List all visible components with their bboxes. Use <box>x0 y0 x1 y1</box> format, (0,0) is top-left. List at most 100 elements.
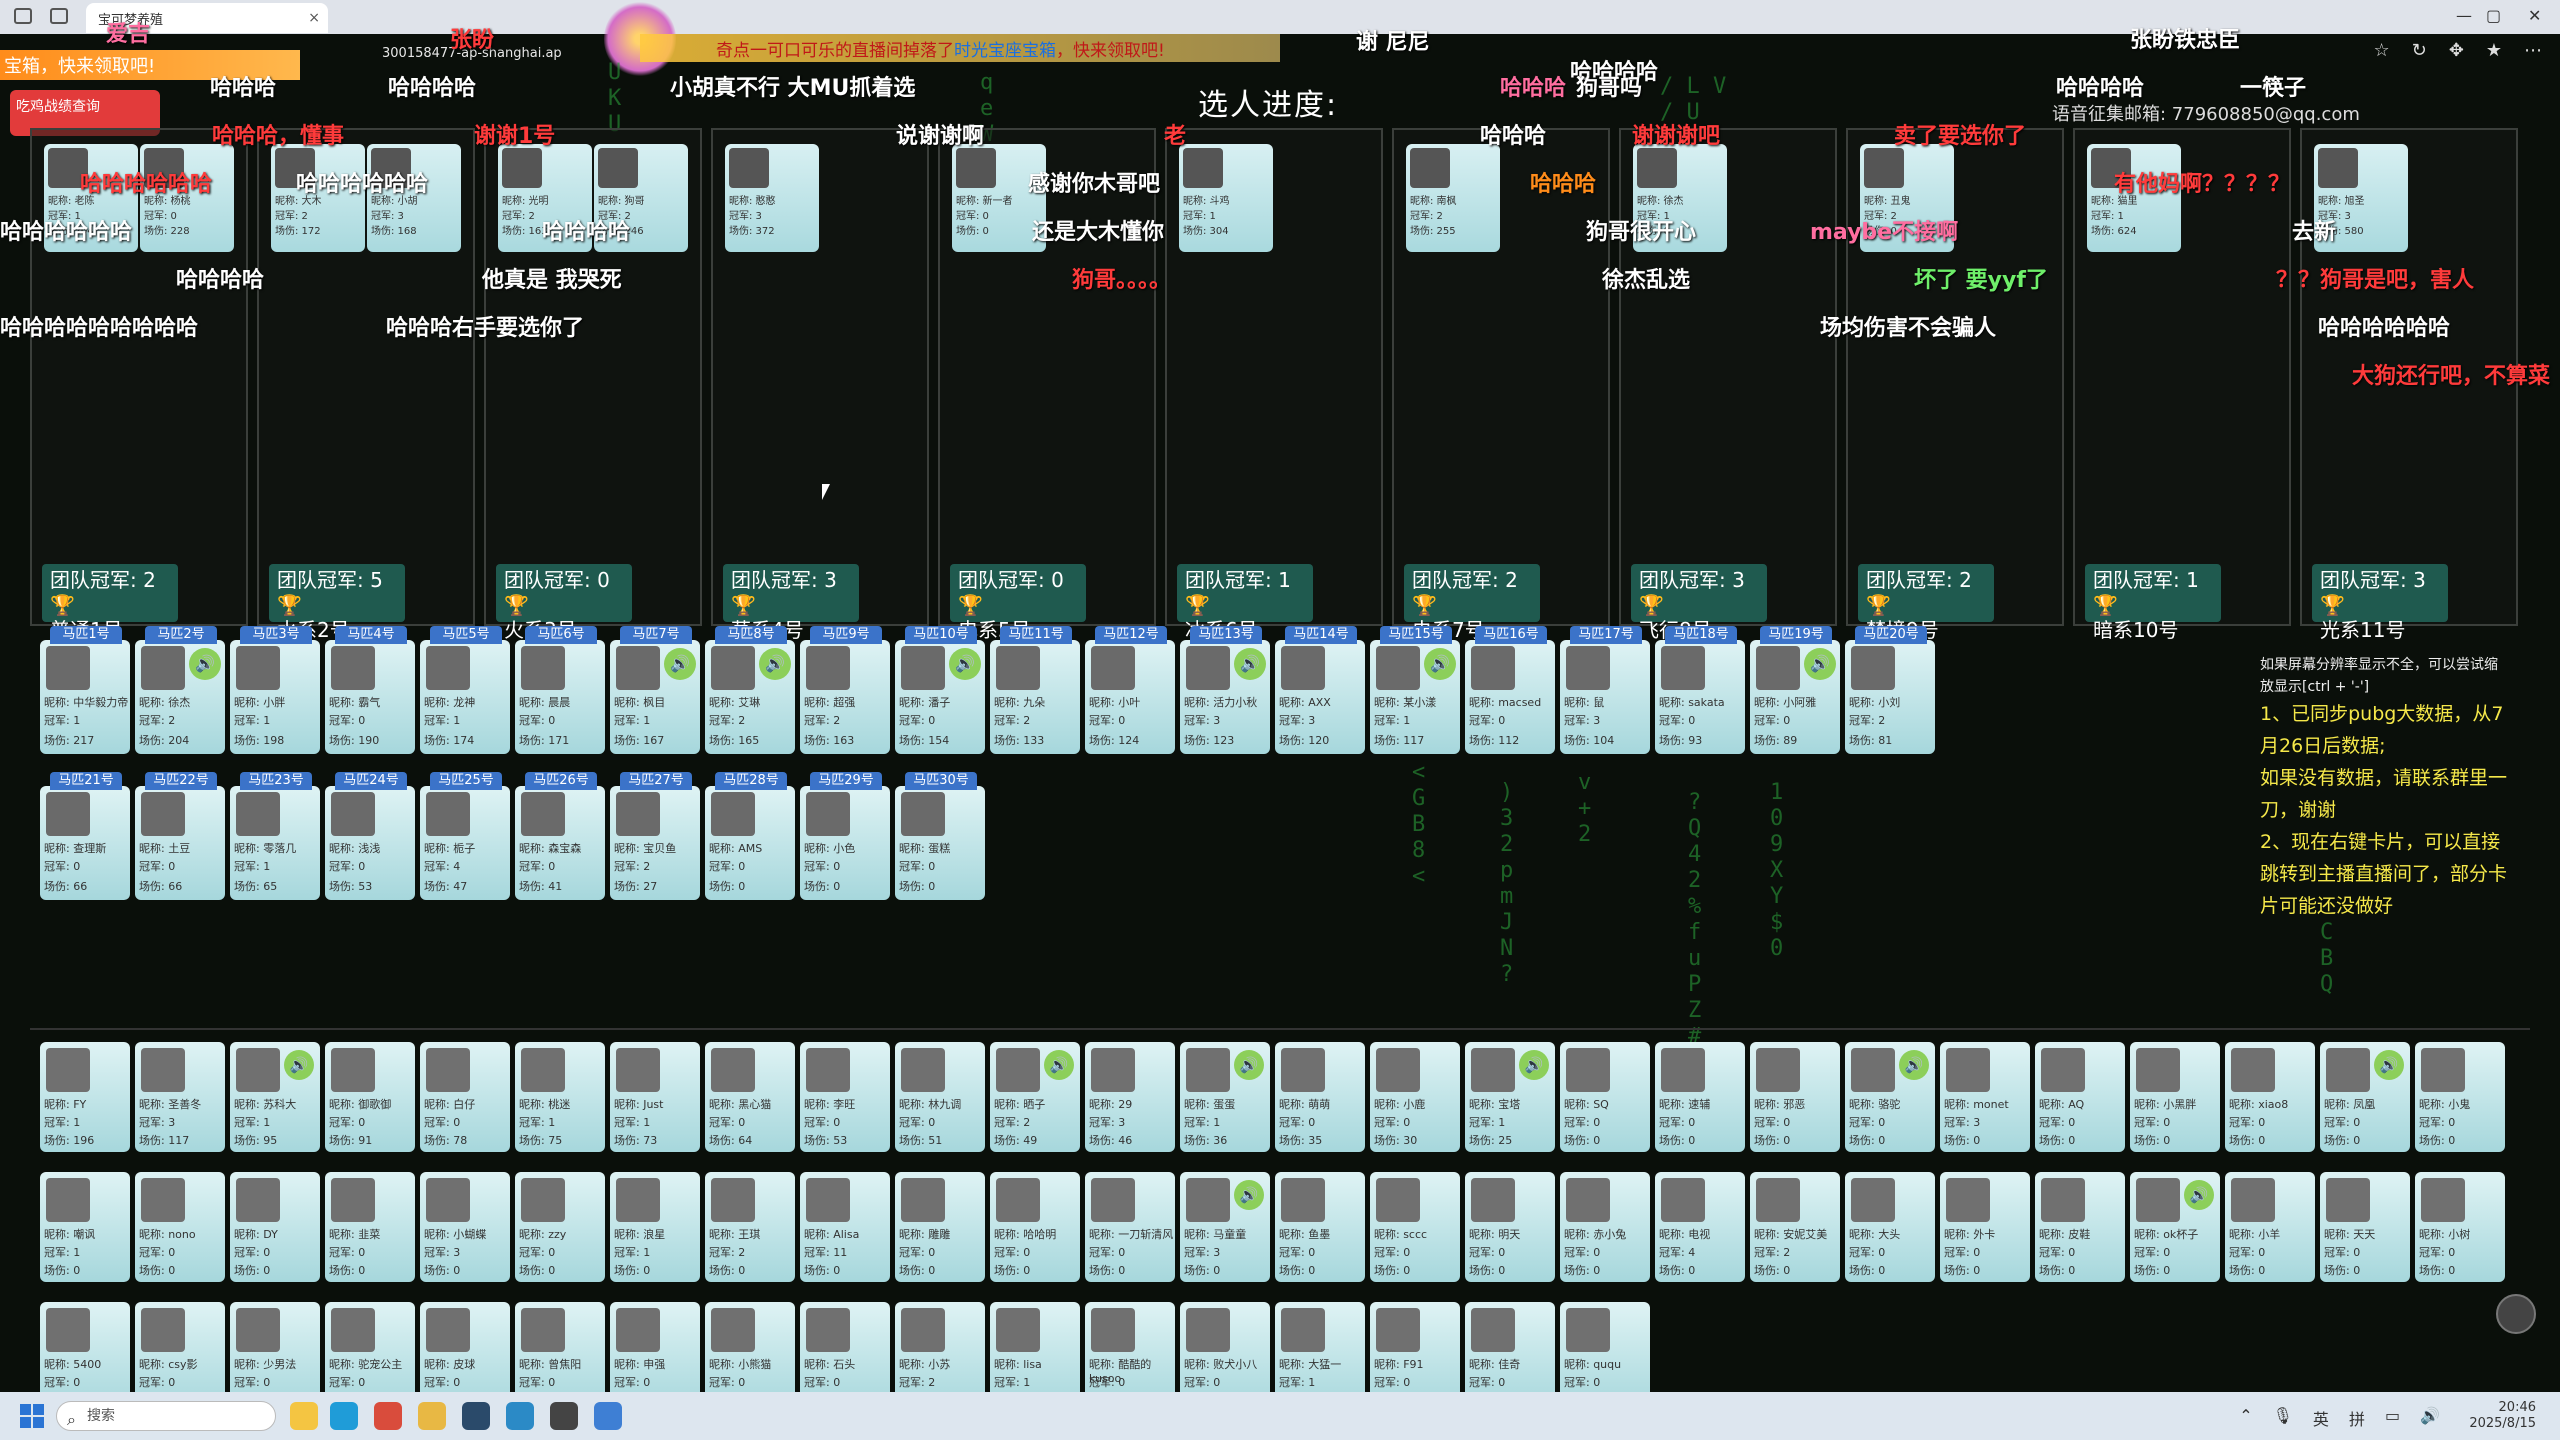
horse-card[interactable]: 马匹24号 昵称: 浅浅 冠军: 0 场伤: 53 <box>325 772 415 900</box>
horse-card[interactable]: 马匹20号 昵称: 小刘 冠军: 2 场伤: 81 <box>1845 626 1935 754</box>
ime-indicator[interactable]: 拼 <box>2349 1406 2365 1430</box>
file-explorer-icon[interactable] <box>290 1402 318 1430</box>
audience-card[interactable]: 昵称: 小黑胖 冠军: 0 场伤: 0 <box>2130 1042 2220 1152</box>
audience-card[interactable]: 昵称: sccc 冠军: 0 场伤: 0 <box>1370 1172 1460 1282</box>
audience-card[interactable]: 昵称: zzy 冠军: 0 场伤: 0 <box>515 1172 605 1282</box>
audience-card[interactable]: 昵称: 李旺 冠军: 0 场伤: 53 <box>800 1042 890 1152</box>
app-icon[interactable] <box>550 1402 578 1430</box>
member-card[interactable]: 昵称: 杨桃 冠军: 0 场伤: 228 <box>140 144 234 252</box>
audience-card[interactable]: 昵称: 邪恶 冠军: 0 场伤: 0 <box>1750 1042 1840 1152</box>
speaker-icon[interactable]: 🔊 <box>759 648 791 680</box>
horse-card[interactable]: 马匹19号 🔊 昵称: 小阿雅 冠军: 0 场伤: 89 <box>1750 626 1840 754</box>
speaker-icon[interactable]: 🔊 <box>1234 1180 1264 1210</box>
audience-card[interactable]: 🔊 昵称: 马童童 冠军: 3 场伤: 0 <box>1180 1172 1270 1282</box>
audience-card[interactable]: 昵称: 圣善冬 冠军: 3 场伤: 117 <box>135 1042 225 1152</box>
close-window-icon[interactable]: ✕ <box>2528 6 2541 25</box>
steam-icon[interactable] <box>462 1402 490 1430</box>
horse-card[interactable]: 马匹11号 昵称: 九朵 冠军: 2 场伤: 133 <box>990 626 1080 754</box>
lang-indicator[interactable]: 英 <box>2313 1406 2329 1430</box>
speaker-icon[interactable]: 🔊 <box>949 648 981 680</box>
audience-card[interactable]: 昵称: 外卡 冠军: 0 场伤: 0 <box>1940 1172 2030 1282</box>
maximize-icon[interactable]: ▢ <box>2486 6 2501 25</box>
member-card[interactable]: 昵称: 憨憨 冠军: 3 场伤: 372 <box>725 144 819 252</box>
horse-card[interactable]: 马匹7号 🔊 昵称: 枫目 冠军: 1 场伤: 167 <box>610 626 700 754</box>
clock[interactable]: 20:46 2025/8/15 <box>2469 1400 2536 1432</box>
audience-card[interactable]: 🔊 昵称: 晒子 冠军: 2 场伤: 49 <box>990 1042 1080 1152</box>
network-icon[interactable]: ▭ <box>2385 1406 2400 1430</box>
audience-card[interactable]: 昵称: 桃迷 冠军: 1 场伤: 75 <box>515 1042 605 1152</box>
audience-card[interactable]: 昵称: 嘲讽 冠军: 1 场伤: 0 <box>40 1172 130 1282</box>
horse-card[interactable]: 马匹3号 昵称: 小胖 冠军: 1 场伤: 198 <box>230 626 320 754</box>
speaker-icon[interactable]: 🔊 <box>664 648 696 680</box>
audience-card[interactable]: 昵称: 小蝴蝶 冠军: 3 场伤: 0 <box>420 1172 510 1282</box>
audience-card[interactable]: 🔊 昵称: 苏科大 冠军: 1 场伤: 95 <box>230 1042 320 1152</box>
audience-card[interactable]: 昵称: 安妮艾美 冠军: 2 场伤: 0 <box>1750 1172 1840 1282</box>
refresh-icon[interactable]: ↻ <box>2412 40 2427 61</box>
horse-card[interactable]: 马匹10号 🔊 昵称: 潘子 冠军: 0 场伤: 154 <box>895 626 985 754</box>
horse-card[interactable]: 马匹17号 昵称: 鼠冠军: 3 场伤: 104 <box>1560 626 1650 754</box>
speaker-icon[interactable]: 🔊 <box>1899 1050 1929 1080</box>
horse-card[interactable]: 马匹22号 昵称: 土豆 冠军: 0 场伤: 66 <box>135 772 225 900</box>
speaker-icon[interactable]: 🔊 <box>1804 648 1836 680</box>
speaker-icon[interactable]: 🔊 <box>1519 1050 1549 1080</box>
horse-card[interactable]: 马匹8号 🔊 昵称: 艾琳 冠军: 2 场伤: 165 <box>705 626 795 754</box>
audience-card[interactable]: 昵称: Just 冠军: 1 场伤: 73 <box>610 1042 700 1152</box>
app-icon[interactable] <box>594 1402 622 1430</box>
windows-start-icon[interactable] <box>20 1404 44 1428</box>
horse-card[interactable]: 马匹4号 昵称: 霸气 冠军: 0 场伤: 190 <box>325 626 415 754</box>
audience-card[interactable]: 昵称: DY 冠军: 0 场伤: 0 <box>230 1172 320 1282</box>
audience-card[interactable]: 🔊 昵称: 凤凰 冠军: 0 场伤: 0 <box>2320 1042 2410 1152</box>
member-card[interactable]: 昵称: 斗鸡 冠军: 1 场伤: 304 <box>1179 144 1273 252</box>
member-card[interactable]: 昵称: 大木 冠军: 2 场伤: 172 <box>271 144 365 252</box>
chevron-up-icon[interactable]: ⌃ <box>2239 1406 2252 1430</box>
app-icon[interactable] <box>506 1402 534 1430</box>
audience-card[interactable]: 昵称: 明天 冠军: 0 场伤: 0 <box>1465 1172 1555 1282</box>
audience-card[interactable]: 昵称: nono 冠军: 0 场伤: 0 <box>135 1172 225 1282</box>
drop-notice-banner[interactable]: 奇点一可口可乐的直播间掉落了 时光宝座宝箱 ，快来领取吧! <box>640 34 1280 62</box>
audience-card[interactable]: 🔊 昵称: ok杯子 冠军: 0 场伤: 0 <box>2130 1172 2220 1282</box>
horse-card[interactable]: 马匹16号 昵称: macsed 冠军: 0 场伤: 112 <box>1465 626 1555 754</box>
audience-card[interactable]: 昵称: 哈哈明 冠军: 0 场伤: 0 <box>990 1172 1080 1282</box>
audience-card[interactable]: 昵称: SQ 冠军: 0 场伤: 0 <box>1560 1042 1650 1152</box>
audience-card[interactable]: 🔊 昵称: 骆驼 冠军: 0 场伤: 0 <box>1845 1042 1935 1152</box>
audience-card[interactable]: 昵称: 29 冠军: 3 场伤: 46 <box>1085 1042 1175 1152</box>
horse-card[interactable]: 马匹15号 🔊 昵称: 某小漾 冠军: 1 场伤: 117 <box>1370 626 1460 754</box>
horse-card[interactable]: 马匹21号 昵称: 查理斯 冠军: 0 场伤: 66 <box>40 772 130 900</box>
audience-card[interactable]: 🔊 昵称: 宝塔 冠军: 1 场伤: 25 <box>1465 1042 1555 1152</box>
taskbar-search-input[interactable]: ⌕ 搜索 <box>56 1401 276 1431</box>
horse-card[interactable]: 马匹27号 昵称: 宝贝鱼 冠军: 2 场伤: 27 <box>610 772 700 900</box>
favorites-icon[interactable]: ★ <box>2486 40 2502 61</box>
audience-card[interactable]: 昵称: 小鬼 冠军: 0 场伤: 0 <box>2415 1042 2505 1152</box>
audience-card[interactable]: 昵称: 鱼墨 冠军: 0 场伤: 0 <box>1275 1172 1365 1282</box>
audience-card[interactable]: 昵称: 小羊 冠军: 0 场伤: 0 <box>2225 1172 2315 1282</box>
audience-card[interactable]: 昵称: 皮鞋 冠军: 0 场伤: 0 <box>2035 1172 2125 1282</box>
horse-card[interactable]: 马匹1号 昵称: 中华毅力帝 冠军: 1 场伤: 217 <box>40 626 130 754</box>
extension-icon[interactable]: ✥ <box>2449 40 2464 61</box>
horse-card[interactable]: 马匹30号 昵称: 蛋糕 冠军: 0 场伤: 0 <box>895 772 985 900</box>
audience-card[interactable]: 昵称: monet 冠军: 3 场伤: 0 <box>1940 1042 2030 1152</box>
volume-icon[interactable]: 🔊 <box>2420 1406 2440 1430</box>
audience-card[interactable]: 昵称: 大头 冠军: 0 场伤: 0 <box>1845 1172 1935 1282</box>
horse-card[interactable]: 马匹29号 昵称: 小色 冠军: 0 场伤: 0 <box>800 772 890 900</box>
horse-card[interactable]: 马匹9号 昵称: 超强 冠军: 2 场伤: 163 <box>800 626 890 754</box>
close-tab-icon[interactable]: × <box>308 10 320 26</box>
app-icon[interactable] <box>418 1402 446 1430</box>
app-icon[interactable] <box>374 1402 402 1430</box>
audience-card[interactable]: 昵称: 浪星 冠军: 1 场伤: 0 <box>610 1172 700 1282</box>
horse-card[interactable]: 马匹23号 昵称: 零落几 冠军: 1 场伤: 65 <box>230 772 320 900</box>
audience-card[interactable]: 昵称: 电视 冠军: 4 场伤: 0 <box>1655 1172 1745 1282</box>
floating-assistant-button[interactable] <box>2496 1294 2536 1334</box>
audience-card[interactable]: 昵称: 林九调 冠军: 0 场伤: 51 <box>895 1042 985 1152</box>
horse-card[interactable]: 马匹28号 昵称: AMS 冠军: 0 场伤: 0 <box>705 772 795 900</box>
horse-card[interactable]: 马匹25号 昵称: 栀子 冠军: 4 场伤: 47 <box>420 772 510 900</box>
tab-grid-icon[interactable] <box>50 8 68 24</box>
speaker-icon[interactable]: 🔊 <box>2374 1050 2404 1080</box>
horse-card[interactable]: 马匹5号 昵称: 龙神 冠军: 1 场伤: 174 <box>420 626 510 754</box>
window-icon[interactable] <box>14 8 32 24</box>
audience-card[interactable]: 昵称: 速辅 冠军: 0 场伤: 0 <box>1655 1042 1745 1152</box>
audience-card[interactable]: 昵称: 小树 冠军: 0 场伤: 0 <box>2415 1172 2505 1282</box>
audience-card[interactable]: 昵称: 天天 冠军: 0 场伤: 0 <box>2320 1172 2410 1282</box>
audience-card[interactable]: 昵称: 萌萌 冠军: 0 场伤: 35 <box>1275 1042 1365 1152</box>
horse-card[interactable]: 马匹18号 昵称: sakata 冠军: 0 场伤: 93 <box>1655 626 1745 754</box>
audience-card[interactable]: 昵称: 赤小兔 冠军: 0 场伤: 0 <box>1560 1172 1650 1282</box>
